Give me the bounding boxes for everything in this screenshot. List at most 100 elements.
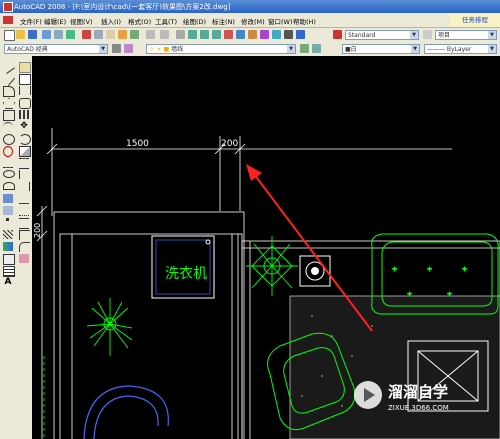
circle-icon[interactable] <box>3 134 15 145</box>
preview-icon[interactable] <box>54 30 63 39</box>
menu-draw[interactable]: 绘图(D) <box>183 16 206 26</box>
revision-cloud-icon[interactable] <box>3 146 13 157</box>
redo-icon[interactable] <box>160 30 169 39</box>
match-properties-icon[interactable] <box>118 30 127 39</box>
array-icon[interactable] <box>19 110 29 119</box>
autocad-app-icon[interactable] <box>3 2 13 12</box>
new-icon[interactable] <box>4 30 15 41</box>
menu-view[interactable]: 视图(V) <box>70 16 93 26</box>
polyline-icon[interactable] <box>3 86 15 97</box>
construction-line-icon[interactable] <box>0 71 16 87</box>
ellipse-arc-icon[interactable] <box>3 182 15 190</box>
pan-icon[interactable] <box>176 30 185 39</box>
menu-dimension[interactable]: 标注(N) <box>212 16 235 26</box>
lamp-table <box>299 255 331 287</box>
break-at-point-icon[interactable] <box>19 194 29 204</box>
svg-text:+: + <box>407 291 412 298</box>
color-value: ■白 <box>345 46 357 53</box>
save-icon[interactable] <box>28 30 37 39</box>
multiline-text-icon[interactable]: A <box>3 278 13 287</box>
hatch-icon[interactable] <box>3 230 13 239</box>
color-select[interactable]: ■白 ▼ <box>342 44 420 54</box>
calculator-icon[interactable] <box>284 30 293 39</box>
text-style-value: Standard <box>348 32 376 39</box>
markup-icon[interactable] <box>272 30 281 39</box>
rotate-icon[interactable] <box>19 134 31 145</box>
gradient-icon[interactable] <box>3 242 13 251</box>
table-style-select[interactable]: 项目 ▼ <box>435 30 497 40</box>
menu-tools[interactable]: 工具(T) <box>155 16 177 26</box>
make-object-layer-current-icon[interactable] <box>300 44 309 53</box>
document-icon[interactable] <box>3 16 13 24</box>
spline-icon[interactable] <box>3 158 13 168</box>
join-icon[interactable] <box>19 218 29 229</box>
menu-insert[interactable]: 插入(I) <box>101 16 121 26</box>
chevron-down-icon: ▼ <box>99 45 107 53</box>
zoom-realtime-icon[interactable] <box>188 30 197 39</box>
extend-icon[interactable] <box>19 182 30 191</box>
dim-style-icon[interactable] <box>423 30 432 39</box>
paste-icon[interactable] <box>106 30 115 39</box>
ellipse-icon[interactable] <box>3 170 15 178</box>
block-editor-icon[interactable] <box>130 30 139 39</box>
publish-icon[interactable] <box>66 30 75 39</box>
workspace-settings-icon[interactable] <box>112 44 121 53</box>
zoom-window-icon[interactable] <box>200 30 209 39</box>
stretch-icon[interactable] <box>19 158 29 169</box>
standard-toolbar: Standard ▼ 项目 ▼ <box>0 28 500 43</box>
properties-icon[interactable] <box>224 30 233 39</box>
zoom-previous-icon[interactable] <box>212 30 221 39</box>
offset-icon[interactable] <box>19 98 31 109</box>
arc-icon[interactable] <box>3 122 13 132</box>
layer-previous-icon[interactable] <box>312 44 321 53</box>
scale-icon[interactable] <box>19 146 31 157</box>
chamfer-icon[interactable] <box>19 230 30 240</box>
svg-text:+: + <box>462 266 467 273</box>
design-center-icon[interactable] <box>236 30 245 39</box>
polygon-icon[interactable] <box>3 98 15 109</box>
layer-manager-icon[interactable] <box>124 44 133 53</box>
make-block-icon[interactable] <box>3 206 13 215</box>
help-button-icon[interactable] <box>296 30 305 39</box>
trim-icon[interactable] <box>19 170 30 179</box>
layers-toolbar: AutoCAD 经典 ▼ ☼ ☀ ■ 墙线 ▼ ■白 ▼ ——— ByLayer ▼ <box>0 42 500 57</box>
text-style-icon[interactable] <box>333 30 342 39</box>
sheet-set-icon[interactable] <box>260 30 269 39</box>
undo-icon[interactable] <box>146 30 155 39</box>
insert-block-icon[interactable] <box>3 194 13 203</box>
table-icon[interactable] <box>3 266 15 277</box>
text-style-select[interactable]: Standard ▼ <box>345 30 419 40</box>
tool-palettes-icon[interactable] <box>248 30 257 39</box>
workspace-select[interactable]: AutoCAD 经典 ▼ <box>4 44 108 54</box>
copy-object-icon[interactable] <box>19 74 31 85</box>
cut-icon[interactable] <box>82 30 91 39</box>
menu-help[interactable]: 帮助(H) <box>293 16 316 26</box>
menu-edit[interactable]: 编辑(E) <box>44 16 66 26</box>
menu-modify[interactable]: 修改(M) <box>241 16 265 26</box>
chevron-down-icon: ▼ <box>287 45 295 53</box>
title-bar: AutoCAD 2008 - [F:\室内设计\cad\(一套客厅)效果图\方案… <box>0 0 500 13</box>
plot-icon[interactable] <box>42 30 51 39</box>
mirror-icon[interactable] <box>19 86 31 95</box>
menu-format[interactable]: 格式(O) <box>128 16 151 26</box>
open-icon[interactable] <box>16 30 25 39</box>
drawing-canvas[interactable]: 1500 200 200 洗衣机 + + + + + 溜溜自学 ZIXUE.3D… <box>32 56 500 439</box>
task-schedule-banner[interactable]: 任务排程 <box>450 13 500 27</box>
point-icon[interactable] <box>6 218 9 221</box>
layer-select[interactable]: ☼ ☀ ■ 墙线 ▼ <box>146 44 296 54</box>
linetype-select[interactable]: ——— ByLayer ▼ <box>424 44 497 54</box>
erase-icon[interactable] <box>19 62 31 73</box>
menu-file[interactable]: 文件(F) <box>20 16 42 26</box>
copy-icon[interactable] <box>94 30 103 39</box>
explode-icon[interactable] <box>19 254 29 263</box>
move-icon[interactable]: ✥ <box>19 122 29 131</box>
draw-toolbar: A <box>0 56 17 439</box>
break-icon[interactable] <box>19 206 29 216</box>
chevron-down-icon: ▼ <box>410 31 418 39</box>
round-chair <box>83 385 169 439</box>
svg-text:+: + <box>447 291 452 298</box>
menu-window[interactable]: 窗口(W) <box>268 16 293 26</box>
fillet-icon[interactable] <box>19 242 30 252</box>
region-icon[interactable] <box>3 254 15 265</box>
rectangle-icon[interactable] <box>3 110 15 121</box>
